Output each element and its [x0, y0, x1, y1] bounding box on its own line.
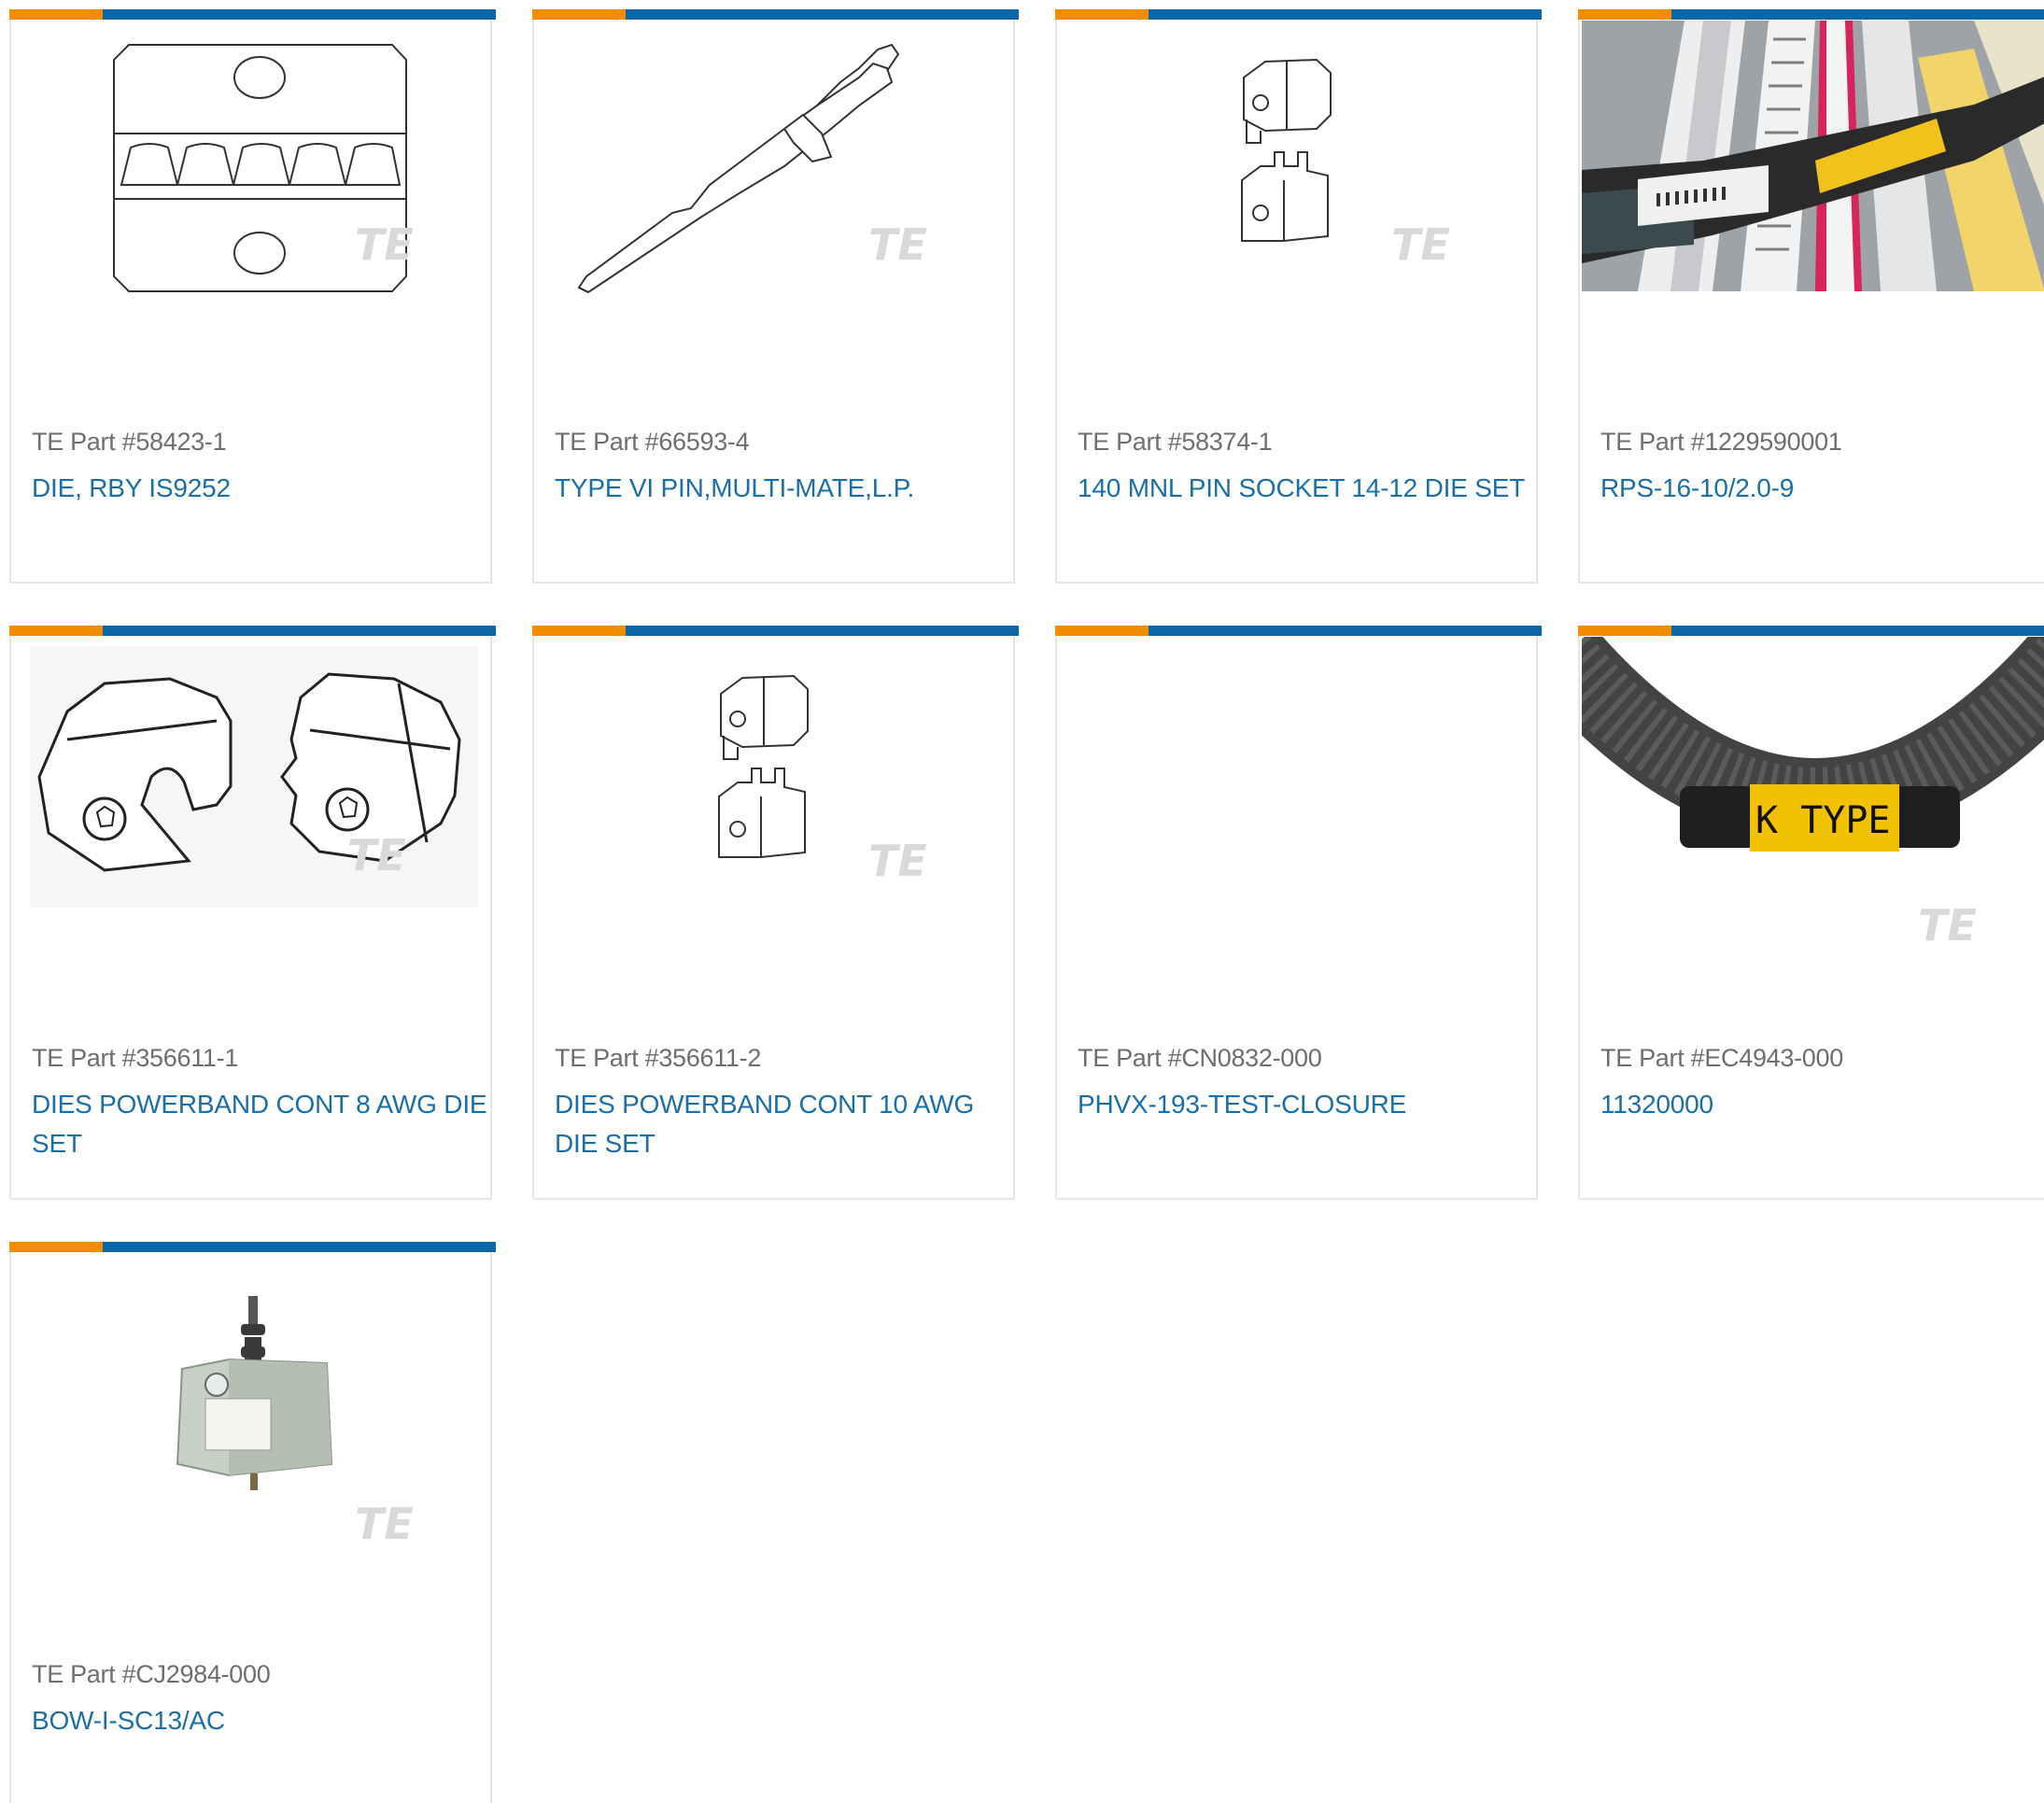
product-image[interactable]: K TYPE TE [1582, 637, 2044, 973]
part-number: TE Part #CJ2984-000 [32, 1660, 271, 1688]
te-watermark: TE [355, 1499, 414, 1549]
product-link[interactable]: 140 MNL PIN SOCKET 14-12 DIE SET [1078, 469, 1535, 508]
te-watermark: TE [355, 219, 414, 270]
product-image[interactable]: TE [551, 26, 997, 325]
product-card[interactable]: TE Part #1229590001 RPS-16-10/2.0-9 [1578, 9, 2044, 584]
powerband-die-image: TE [30, 646, 478, 908]
card-accent-bar [532, 626, 626, 636]
part-number: TE Part #1229590001 [1600, 428, 1842, 456]
product-card[interactable]: TE TE Part #CJ2984-000 BOW-I-SC13/AC [9, 1242, 496, 1803]
card-top-bar [1578, 626, 2044, 636]
card-top-bar [1055, 9, 1542, 20]
crimp-die-image: TE [113, 44, 414, 292]
card-accent-bar [9, 626, 103, 636]
product-link[interactable]: BOW-I-SC13/AC [32, 1701, 489, 1740]
product-link[interactable]: DIE, RBY IS9252 [32, 469, 489, 508]
part-number: TE Part #EC4943-000 [1600, 1044, 1843, 1072]
card-top-bar [9, 626, 496, 636]
card-accent-bar [1055, 626, 1149, 636]
card-top-bar [9, 1242, 496, 1252]
arrester-photo: TE [176, 1296, 414, 1549]
product-image[interactable] [1582, 21, 2044, 291]
product-link[interactable]: DIES POWERBAND CONT 8 AWG DIE SET [32, 1085, 489, 1163]
die-set-image: TE [718, 674, 927, 886]
product-link[interactable]: PHVX-193-TEST-CLOSURE [1078, 1085, 1535, 1124]
product-link[interactable]: 11320000 [1600, 1085, 2044, 1124]
part-number: TE Part #356611-2 [555, 1044, 762, 1072]
product-image[interactable]: TE [551, 642, 997, 941]
part-number: TE Part #66593-4 [555, 428, 750, 456]
card-top-bar [1055, 626, 1542, 636]
conduit-marker-text: K TYPE [1755, 799, 1891, 842]
product-grid: TE TE Part #58423-1 DIE, RBY IS9252 TE T… [0, 0, 2044, 1803]
part-number: TE Part #58374-1 [1078, 428, 1273, 456]
card-accent-bar [9, 1242, 103, 1252]
card-accent-bar [9, 9, 103, 20]
te-watermark: TE [868, 836, 927, 886]
product-card[interactable]: TE TE Part #58374-1 140 MNL PIN SOCKET 1… [1055, 9, 1542, 584]
card-top-bar [532, 9, 1019, 20]
product-image[interactable]: TE [28, 26, 474, 325]
te-watermark: TE [1918, 900, 1977, 951]
product-link[interactable]: TYPE VI PIN,MULTI-MATE,L.P. [555, 469, 1012, 508]
card-top-bar [532, 626, 1019, 636]
product-card[interactable]: TE Part #CN0832-000 PHVX-193-TEST-CLOSUR… [1055, 626, 1542, 1200]
product-image[interactable]: TE [30, 646, 478, 908]
product-link[interactable]: DIES POWERBAND CONT 10 AWG DIE SET [555, 1085, 1012, 1163]
product-link[interactable]: RPS-16-10/2.0-9 [1600, 469, 2044, 508]
product-image[interactable]: TE [28, 1259, 474, 1557]
die-set-image: TE [1241, 58, 1450, 270]
contact-pin-image: TE [577, 43, 927, 294]
card-top-bar [9, 9, 496, 20]
conduit-marker-photo: K TYPE TE [1582, 637, 2044, 973]
part-number: TE Part #CN0832-000 [1078, 1044, 1322, 1072]
card-top-bar [1578, 9, 2044, 20]
product-card[interactable]: TE TE Part #356611-1 DIES POWERBAND CONT… [9, 626, 496, 1200]
card-accent-bar [1055, 9, 1149, 20]
card-accent-bar [1578, 626, 1671, 636]
te-watermark: TE [868, 219, 927, 270]
product-card[interactable]: TE TE Part #66593-4 TYPE VI PIN,MULTI-MA… [532, 9, 1019, 584]
card-accent-bar [532, 9, 626, 20]
part-number: TE Part #58423-1 [32, 428, 227, 456]
product-card[interactable]: K TYPE TE TE Part #EC4943-000 11320000 [1578, 626, 2044, 1200]
product-card[interactable]: TE TE Part #58423-1 DIE, RBY IS9252 [9, 9, 496, 584]
te-watermark: TE [347, 830, 406, 880]
card-accent-bar [1578, 9, 1671, 20]
te-watermark: TE [1391, 219, 1450, 270]
product-card[interactable]: TE TE Part #356611-2 DIES POWERBAND CONT… [532, 626, 1019, 1200]
product-image[interactable]: TE [1074, 26, 1520, 325]
part-number: TE Part #356611-1 [32, 1044, 239, 1072]
marker-sleeves-photo [1582, 21, 2044, 291]
